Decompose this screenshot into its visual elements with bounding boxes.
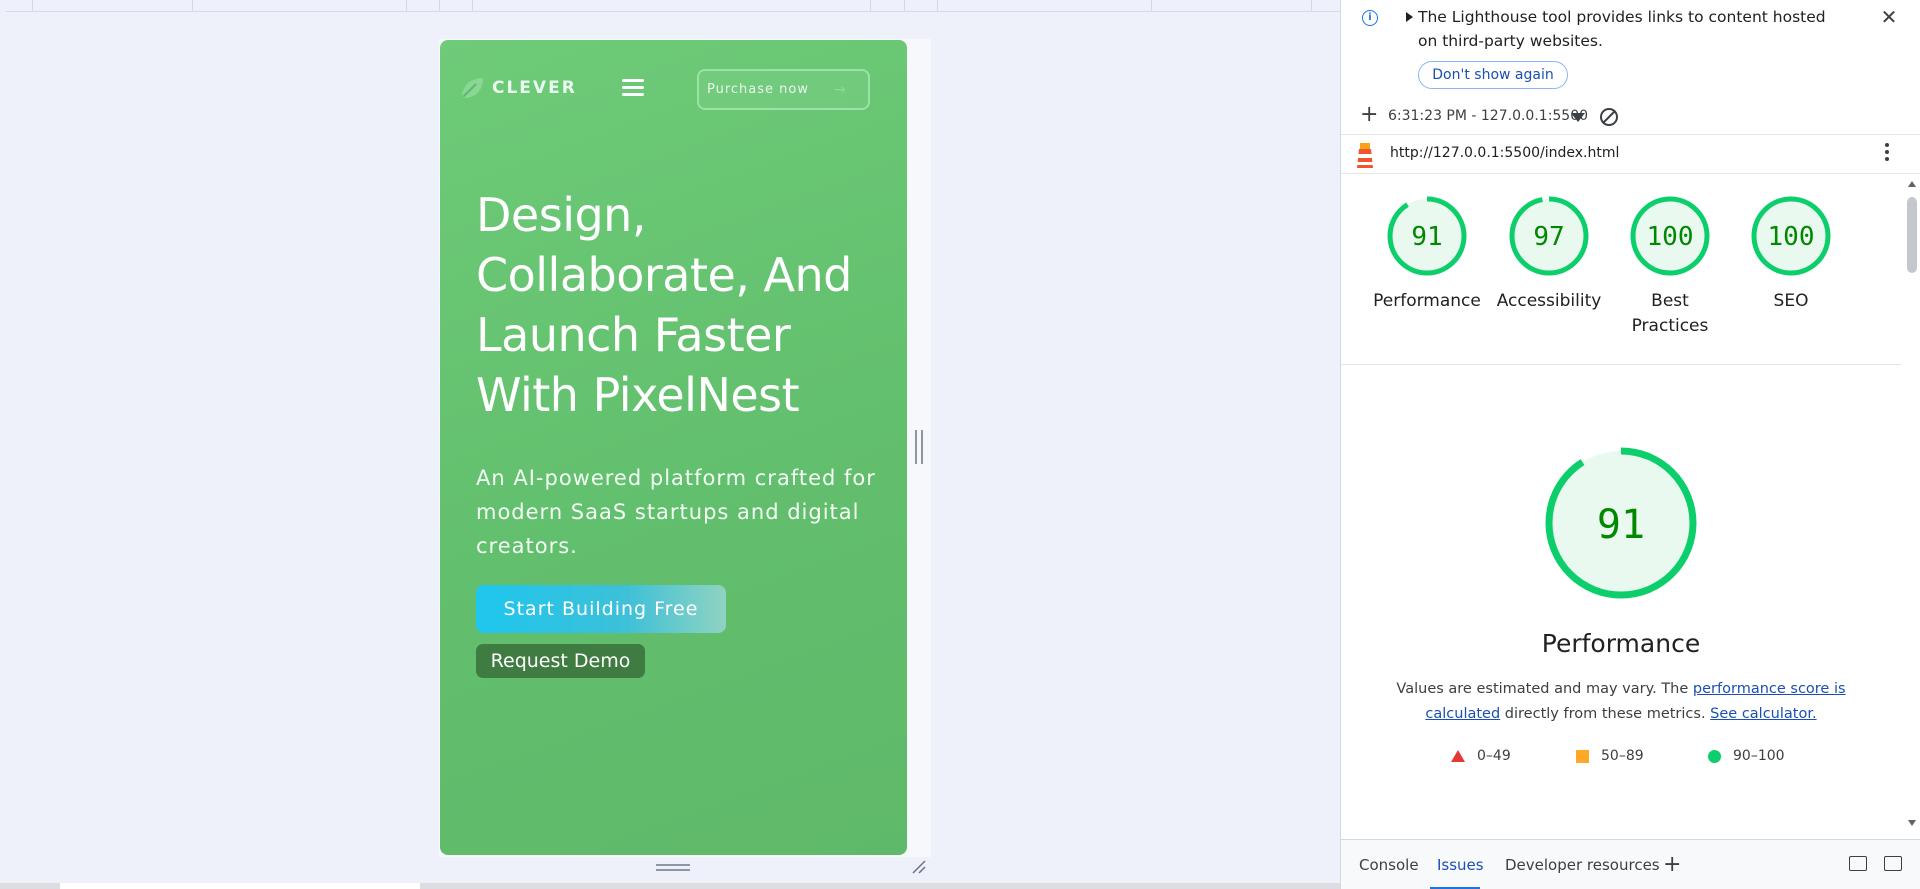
report-selector[interactable]: 6:31:23 PM - 127.0.0.1:5500 [1388, 108, 1588, 124]
more-options-icon[interactable] [1885, 143, 1889, 163]
gauge-ring: 100 [1630, 196, 1710, 276]
report-scrollbar[interactable] [1904, 175, 1920, 830]
gauge-label: SEO [1773, 291, 1809, 311]
legend-average: 50–89 [1576, 748, 1644, 764]
report-url-bar: http://127.0.0.1:5500/index.html [1341, 134, 1920, 174]
performance-big-gauge: 91 [1545, 447, 1697, 599]
see-calculator-link[interactable]: See calculator. [1710, 706, 1816, 722]
tab-developer-resources[interactable]: Developer resources [1505, 851, 1660, 879]
ruler-tick [904, 0, 905, 12]
gauge-accessibility[interactable]: 97 Accessibility [1494, 195, 1604, 314]
info-icon: i [1362, 10, 1378, 26]
gauge-score: 97 [1533, 222, 1564, 252]
height-resize-handle[interactable] [656, 864, 690, 871]
close-icon[interactable]: ✕ [1880, 7, 1898, 27]
dont-show-again-button[interactable]: Don't show again [1418, 61, 1568, 89]
bottom-strip [0, 883, 1340, 889]
gauge-best-practices[interactable]: 100 Best Practices [1615, 195, 1725, 339]
gauge-label: Performance [1373, 291, 1481, 311]
add-tab-icon[interactable]: + [1663, 854, 1681, 876]
ruler-tick [192, 0, 193, 12]
ruler-tick [937, 0, 938, 12]
arrow-right-icon: → [834, 82, 847, 98]
performance-big-score: 91 [1597, 502, 1645, 548]
hero-subtitle: An AI-powered platform crafted for moder… [476, 466, 876, 558]
device-viewport: CLEVER Purchase now → Design, Collaborat… [0, 0, 1340, 889]
scroll-down-icon[interactable] [1908, 820, 1916, 826]
device-ruler [6, 0, 1340, 12]
lighthouse-icon [1357, 143, 1373, 168]
drawer-tabs: Console Issues Developer resources + [1341, 839, 1920, 889]
performance-description: Values are estimated and may vary. The p… [1396, 681, 1846, 722]
performance-title: Performance [1541, 629, 1701, 658]
clear-reports-icon[interactable] [1600, 108, 1618, 126]
hamburger-menu-icon[interactable] [622, 79, 644, 97]
circle-icon [1708, 749, 1721, 763]
leaf-icon [462, 78, 483, 98]
mobile-page: CLEVER Purchase now → Design, Collaborat… [440, 40, 907, 855]
undock-icon[interactable] [1849, 856, 1867, 871]
ruler-tick [406, 0, 407, 12]
gauge-ring: 100 [1751, 196, 1831, 276]
request-demo-button[interactable]: Request Demo [476, 644, 645, 678]
purchase-button-label: Purchase now [707, 82, 809, 97]
gauge-score: 100 [1647, 222, 1694, 252]
width-resize-handle[interactable] [915, 430, 923, 464]
new-report-icon[interactable]: + [1360, 104, 1378, 126]
corner-resize-icon[interactable] [910, 858, 926, 874]
dock-bottom-icon[interactable] [1884, 856, 1902, 871]
dropdown-arrow-icon[interactable] [1571, 113, 1585, 122]
legend-pass: 90–100 [1708, 748, 1785, 764]
logo-text: CLEVER [492, 78, 577, 98]
triangle-icon [1451, 750, 1465, 762]
report-url: http://127.0.0.1:5500/index.html [1390, 145, 1620, 161]
ruler-tick [1311, 0, 1312, 12]
gauge-performance[interactable]: 91 Performance [1372, 195, 1482, 314]
devtools-panel: i The Lighthouse tool provides links to … [1340, 0, 1920, 889]
info-banner-text: The Lighthouse tool provides links to co… [1418, 8, 1826, 50]
score-legend: 0–49 50–89 90–100 [1341, 748, 1901, 770]
ruler-tick [32, 0, 33, 12]
ruler-tick [472, 0, 473, 12]
hero-title: Design, Collaborate, And Launch Faster W… [476, 188, 852, 422]
ruler-tick [870, 0, 871, 12]
expand-triangle-icon[interactable] [1406, 12, 1413, 22]
gauge-ring: 91 [1387, 196, 1467, 276]
scroll-up-icon[interactable] [1908, 181, 1916, 187]
ruler-tick [439, 0, 440, 12]
start-building-button[interactable]: Start Building Free [476, 585, 726, 633]
purchase-button[interactable]: Purchase now → [697, 69, 870, 110]
scroll-thumb[interactable] [1907, 197, 1917, 273]
square-icon [1576, 749, 1589, 763]
site-logo[interactable]: CLEVER [458, 74, 577, 102]
score-gauges: 91 Performance 97 Accessibility 100 Best… [1341, 195, 1901, 365]
gauge-ring: 97 [1509, 196, 1589, 276]
tab-issues[interactable]: Issues [1437, 851, 1484, 879]
gauge-label: Accessibility [1496, 291, 1602, 311]
gauge-score: 91 [1411, 222, 1442, 252]
gauge-label: Best Practices [1631, 291, 1709, 336]
gauge-score: 100 [1768, 222, 1815, 252]
ruler-tick [1151, 0, 1152, 12]
tab-console[interactable]: Console [1359, 851, 1419, 879]
legend-fail: 0–49 [1451, 748, 1511, 764]
gauge-seo[interactable]: 100 SEO [1736, 195, 1846, 314]
